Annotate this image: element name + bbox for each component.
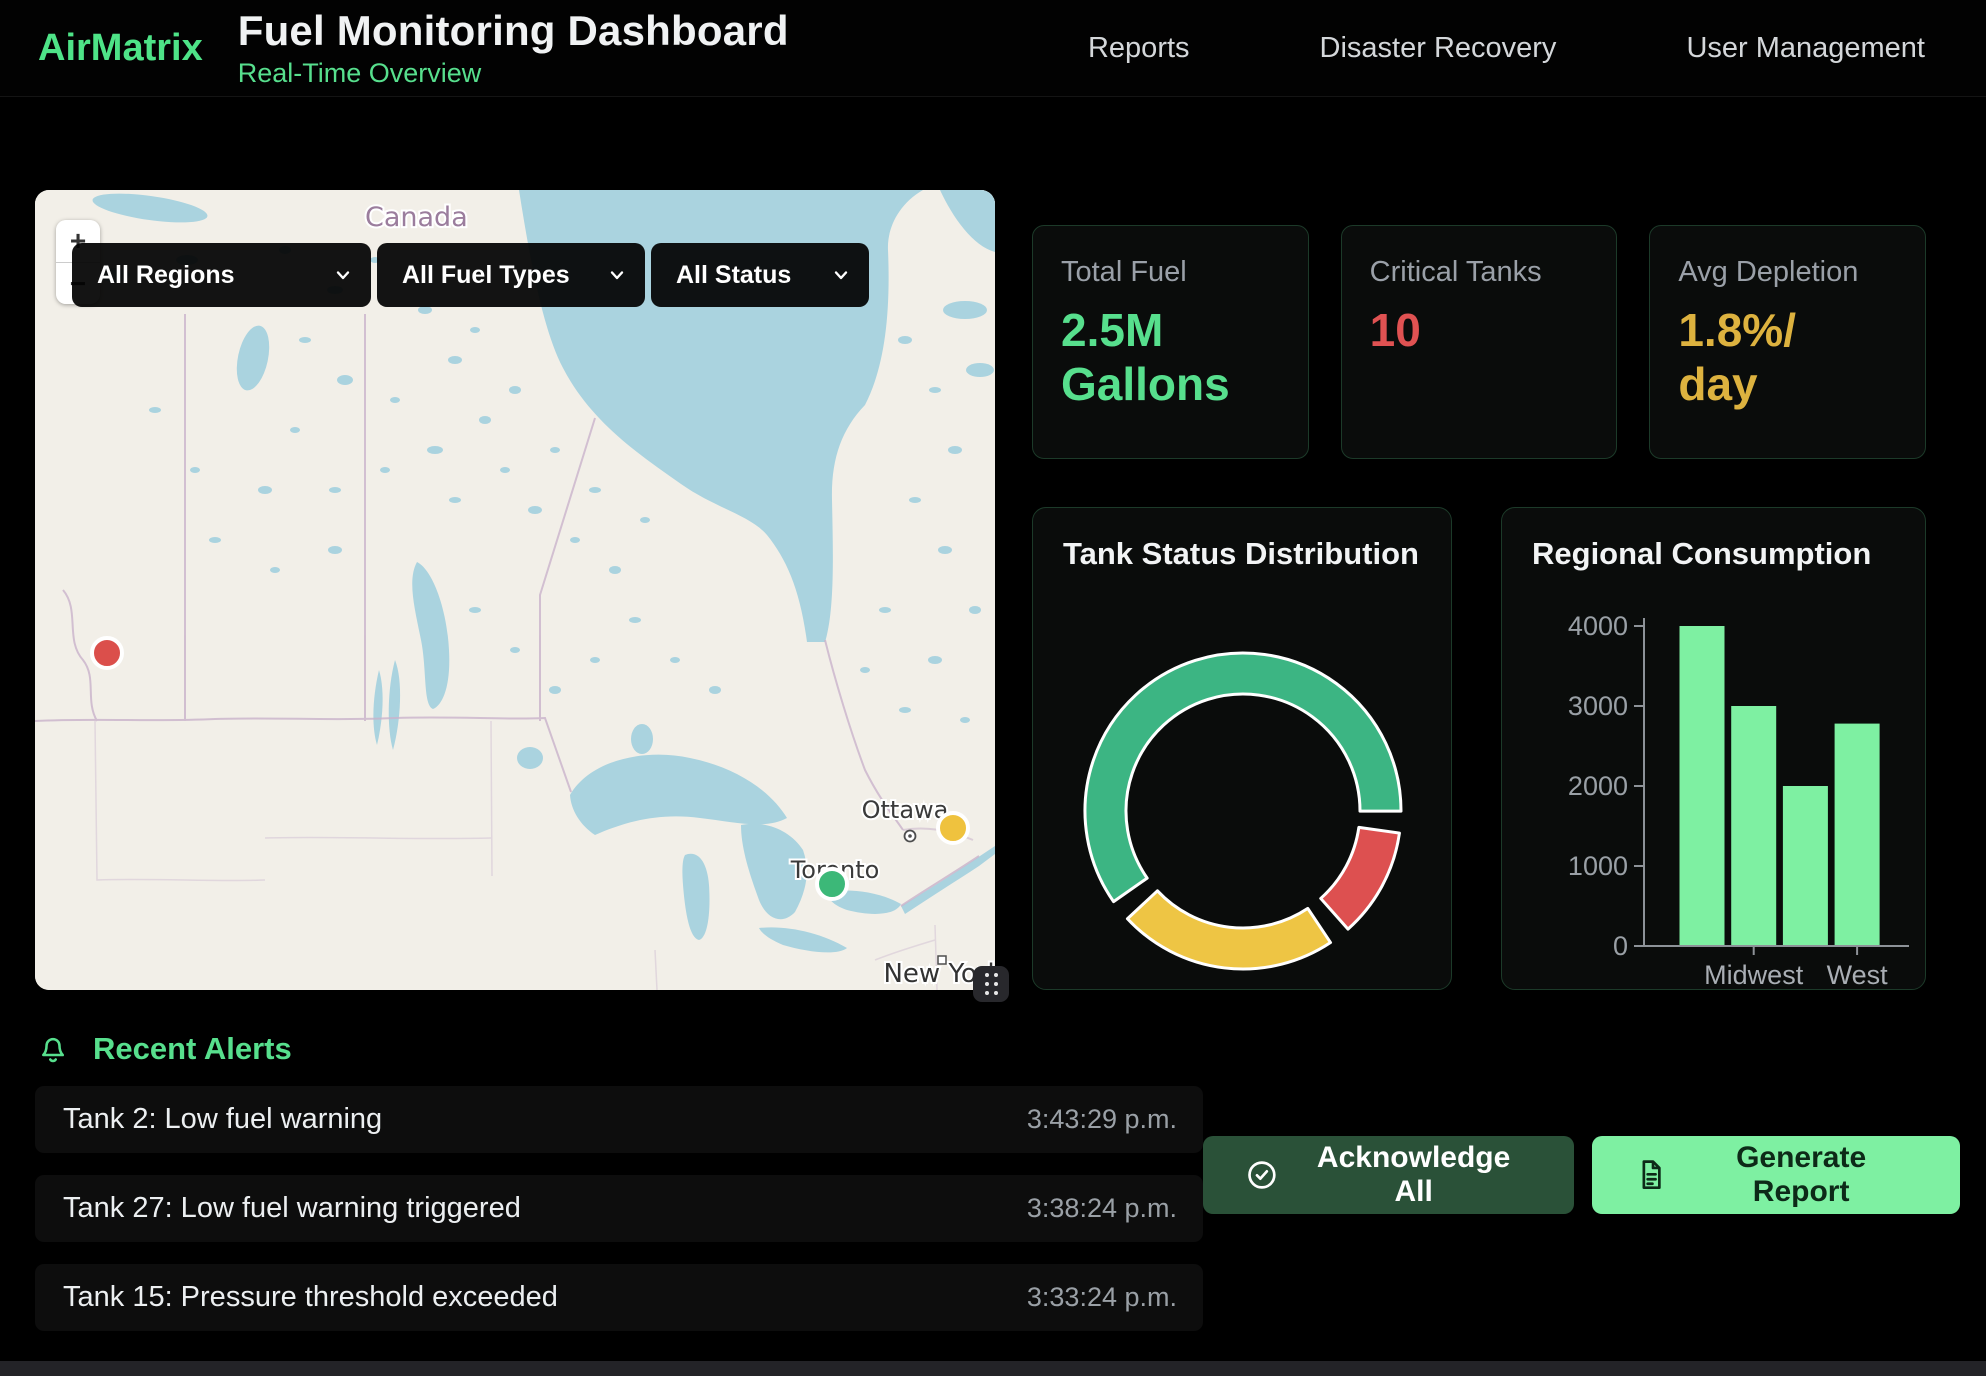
status-filter-label: All Status [676,261,791,290]
chevron-down-icon [831,265,851,285]
stat-card-total-fuel: Total Fuel 2.5M Gallons [1032,225,1309,459]
map-canvas[interactable]: Canada Ottawa Toronto New York [35,190,995,990]
alerts-heading: Recent Alerts [35,1028,1203,1070]
region-filter-label: All Regions [97,261,235,290]
city-dot-new-york [938,956,946,964]
donut-segment-yellow [1127,891,1330,969]
tank-marker[interactable] [938,813,968,843]
fuel-type-filter-label: All Fuel Types [402,261,570,290]
alerts-heading-label: Recent Alerts [93,1031,292,1067]
alert-time: 3:33:24 p.m. [1027,1282,1177,1313]
alerts-list: Recent Alerts Tank 2: Low fuel warning 3… [35,1028,1203,1353]
acknowledge-all-button[interactable]: Acknowledge All [1203,1136,1574,1214]
nav-user-management[interactable]: User Management [1686,32,1925,65]
alert-text: Tank 15: Pressure threshold exceeded [63,1281,558,1314]
map-label-ottawa: Ottawa [862,796,949,824]
fuel-type-filter-dropdown[interactable]: All Fuel Types [377,243,645,307]
right-column: Total Fuel 2.5M Gallons Critical Tanks 1… [1032,225,1926,990]
page-subtitle: Real-Time Overview [238,58,789,89]
main-nav: Reports Disaster Recovery User Managemen… [1088,32,1925,65]
alert-text: Tank 27: Low fuel warning triggered [63,1192,521,1225]
alert-row[interactable]: Tank 27: Low fuel warning triggered 3:38… [35,1175,1203,1242]
alert-text: Tank 2: Low fuel warning [63,1103,382,1136]
page-title: Fuel Monitoring Dashboard [238,7,789,55]
alert-row[interactable]: Tank 2: Low fuel warning 3:43:29 p.m. [35,1086,1203,1153]
acknowledge-all-label: Acknowledge All [1295,1141,1533,1209]
alert-row[interactable]: Tank 15: Pressure threshold exceeded 3:3… [35,1264,1203,1331]
bottom-scrollbar-strip[interactable] [0,1361,1986,1376]
city-dot-ottawa [905,831,916,842]
chevron-down-icon [607,265,627,285]
stat-value-total-fuel: 2.5M Gallons [1061,303,1231,412]
bar-2 [1783,786,1828,946]
alert-time: 3:38:24 p.m. [1027,1193,1177,1224]
generate-report-button[interactable]: Generate Report [1592,1136,1960,1214]
tank-marker[interactable] [817,869,847,899]
bar-3 [1835,724,1880,946]
report-document-icon [1634,1158,1668,1192]
check-circle-icon [1245,1158,1279,1192]
generate-report-label: Generate Report [1684,1141,1918,1209]
tank-status-chart-card: Tank Status Distribution [1032,507,1452,990]
bar-1 [1731,706,1776,946]
map[interactable]: Canada Ottawa Toronto New York + − All [35,190,995,990]
nav-reports[interactable]: Reports [1088,32,1190,65]
brand-logo: AirMatrix [38,27,203,70]
map-filter-bar: All Regions All Fuel Types All Status [72,243,869,307]
tank-marker[interactable] [92,638,122,668]
y-tick-label: 3000 [1568,691,1628,721]
y-tick-label: 1000 [1568,851,1628,881]
status-filter-dropdown[interactable]: All Status [651,243,869,307]
stat-value-critical-tanks: 10 [1370,303,1540,357]
y-tick-label: 2000 [1568,771,1628,801]
map-label-canada: Canada [365,202,468,233]
charts-row: Tank Status Distribution Regional Consum… [1032,507,1926,990]
title-block: Fuel Monitoring Dashboard Real-Time Over… [238,7,789,89]
main-content: Canada Ottawa Toronto New York + − All [0,97,1986,990]
region-filter-dropdown[interactable]: All Regions [72,243,371,307]
alert-actions: Acknowledge All Generate Report [1203,1136,1960,1353]
stat-label: Critical Tanks [1370,256,1589,289]
alerts-section: Recent Alerts Tank 2: Low fuel warning 3… [0,990,1986,1353]
stat-label: Avg Depletion [1678,256,1897,289]
x-tick-label: Midwest [1704,960,1804,990]
bar-0 [1680,626,1725,946]
stat-cards: Total Fuel 2.5M Gallons Critical Tanks 1… [1032,225,1926,459]
stat-label: Total Fuel [1061,256,1280,289]
chart-title: Tank Status Distribution [1063,536,1419,572]
donut-segment-red [1321,827,1400,929]
alert-time: 3:43:29 p.m. [1027,1104,1177,1135]
chevron-down-icon [333,265,353,285]
stat-value-avg-depletion: 1.8%/​day [1678,303,1848,412]
resize-handle[interactable] [973,966,1009,1002]
stat-card-critical-tanks: Critical Tanks 10 [1341,225,1618,459]
y-tick-label: 4000 [1568,611,1628,641]
donut-chart [1033,508,1452,990]
bar-chart: 0 1000 2000 3000 4000 Midwest West [1502,508,1926,990]
nav-disaster-recovery[interactable]: Disaster Recovery [1320,32,1557,65]
stat-card-avg-depletion: Avg Depletion 1.8%/​day [1649,225,1926,459]
x-tick-label: West [1827,960,1889,990]
chart-title: Regional Consumption [1532,536,1871,572]
y-tick-label: 0 [1613,931,1628,961]
app-header: AirMatrix Fuel Monitoring Dashboard Real… [0,0,1986,97]
bell-icon [35,1031,71,1067]
regional-consumption-chart-card: Regional Consumption 0 1000 2000 3000 4000 Mi… [1501,507,1926,990]
